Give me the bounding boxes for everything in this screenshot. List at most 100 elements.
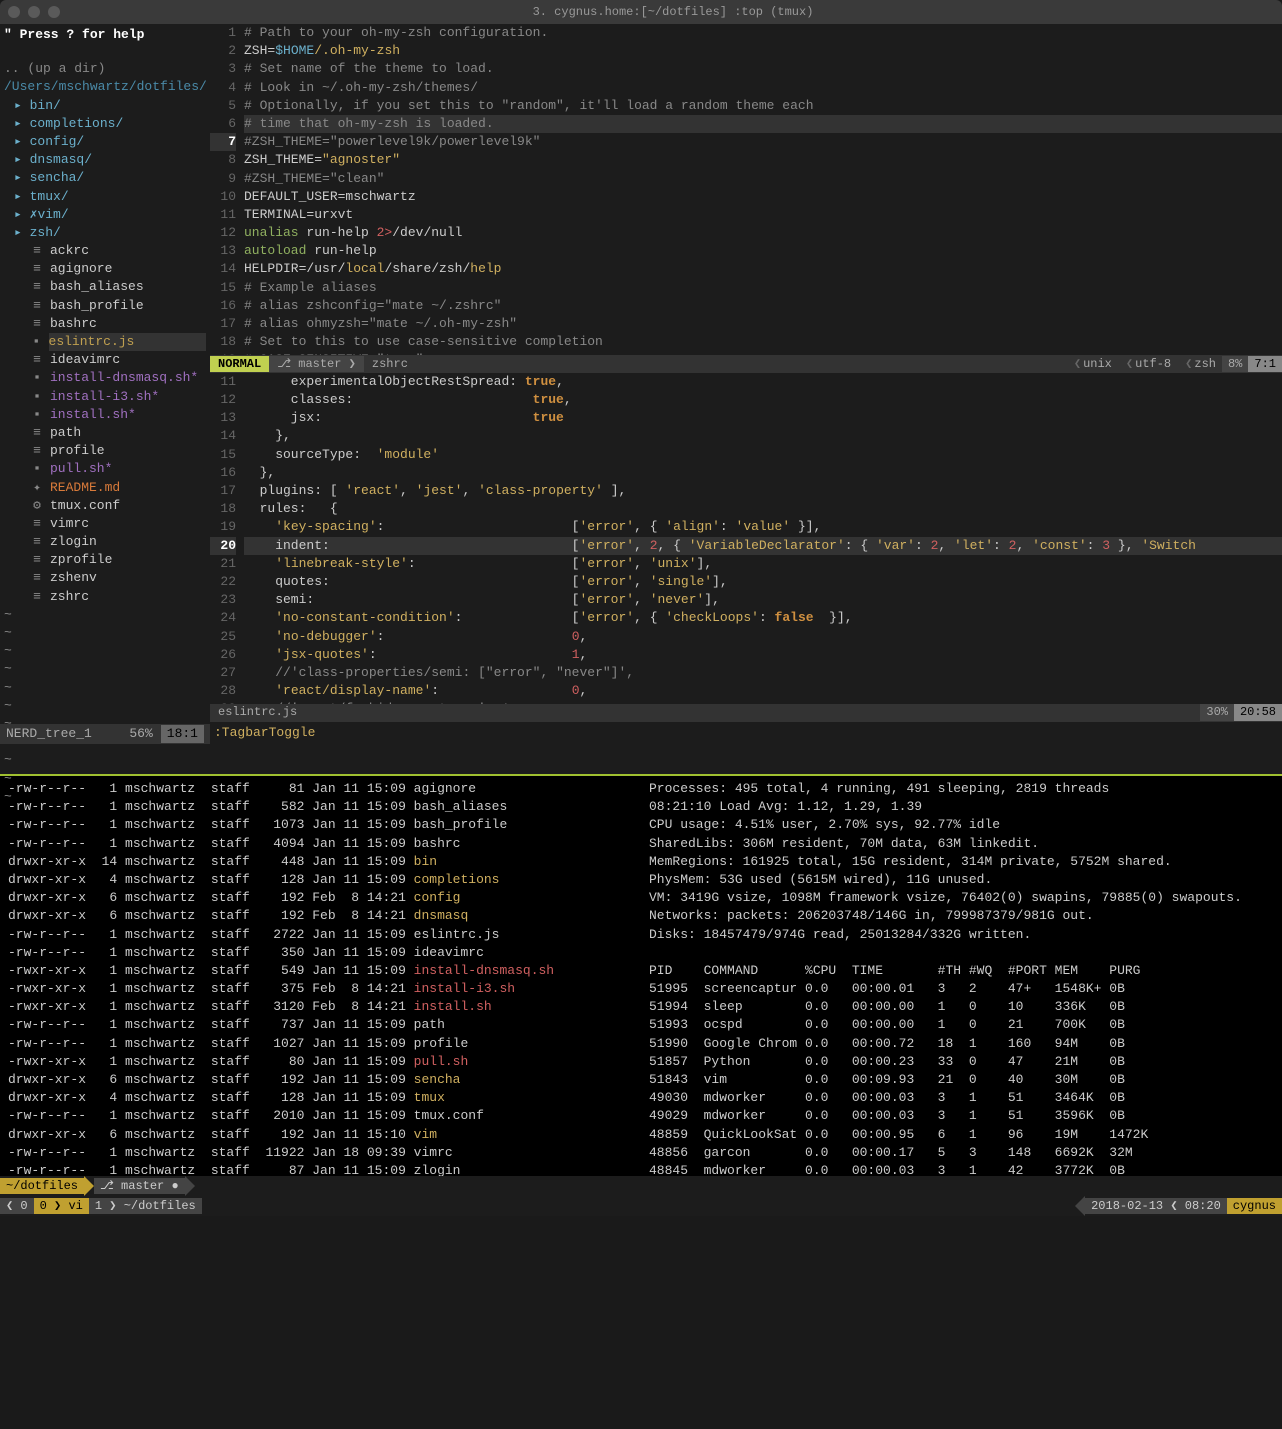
traffic-lights[interactable] [8,6,60,18]
zoom-button[interactable] [48,6,60,18]
cursor-pos: 7:1 [1248,356,1282,373]
tree-file[interactable]: ≡bashrc [0,315,210,333]
top-header-line: VM: 3419G vsize, 1098M framework vsize, … [649,889,1274,907]
tree-file[interactable]: ≡profile [0,442,210,460]
ls-row: drwxr-xr-x 6 mschwartz staff 192 Feb 8 1… [8,889,633,907]
close-button[interactable] [8,6,20,18]
top-process-row: 51843 vim 0.0 00:09.93 21 0 40 30M 0B [649,1071,1274,1089]
top-header-line: Disks: 18457479/974G read, 25013284/332G… [649,926,1274,944]
ls-row: -rwxr-xr-x 1 mschwartz staff 375 Feb 8 1… [8,980,633,998]
ls-row: -rw-r--r-- 1 mschwartz staff 11922 Jan 1… [8,1144,633,1162]
ls-row: -rwxr-xr-x 1 mschwartz staff 80 Jan 11 1… [8,1053,633,1071]
top-header-line: MemRegions: 161925 total, 15G resident, … [649,853,1274,871]
code-area[interactable]: experimentalObjectRestSpread: true, clas… [244,373,1282,704]
editor-pane-zshrc[interactable]: 1234567891011121314151617181920212223242… [210,24,1282,355]
ls-row: -rw-r--r-- 1 mschwartz staff 2722 Jan 11… [8,926,633,944]
ls-output[interactable]: -rw-r--r-- 1 mschwartz staff 81 Jan 11 1… [0,776,641,1176]
tmux-window-0[interactable]: 0 ❯ vi [34,1198,89,1215]
nerdtree-status: NERD_tree_1 56% 18:1 [0,724,210,744]
file-icon: ≡ [30,569,44,587]
window-title: 3. cygnus.home:[~/dotfiles] :top (tmux) [72,4,1274,21]
file-icon: ≡ [30,315,44,333]
file-icon: ▪ [30,406,44,424]
vim-cmdline[interactable]: :TagbarToggle [210,722,1282,744]
top-process-row: 48856 garcon 0.0 00:00.17 5 3 148 6692K … [649,1144,1274,1162]
tree-file[interactable]: ▪eslintrc.js [0,333,210,351]
top-process-row: 51857 Python 0.0 00:00.23 33 0 47 21M 0B [649,1053,1274,1071]
top-columns: PID COMMAND %CPU TIME #TH #WQ #PORT MEM … [649,962,1274,980]
up-dir[interactable]: .. (up a dir) [0,60,210,78]
tree-folder[interactable]: ▸ dnsmasq/ [0,151,210,169]
statusline-eslintrc: eslintrc.js 30% 20:58 [210,704,1282,722]
tree-file[interactable]: ≡zshrc [0,588,210,606]
tree-file[interactable]: ≡bash_profile [0,297,210,315]
file-icon: ≡ [30,515,44,533]
tree-file[interactable]: ≡ackrc [0,242,210,260]
file-icon: ≡ [30,260,44,278]
ls-row: drwxr-xr-x 14 mschwartz staff 448 Jan 11… [8,853,633,871]
tmux-window-1[interactable]: 1 ❯ ~/dotfiles [89,1198,202,1215]
tree-folder[interactable]: ▸ tmux/ [0,188,210,206]
tmux-session[interactable]: ❮ 0 [0,1198,34,1215]
ls-row: -rw-r--r-- 1 mschwartz staff 87 Jan 11 1… [8,1162,633,1176]
tree-file[interactable]: ≡ideavimrc [0,351,210,369]
file-icon: ▪ [30,388,44,406]
ls-row: drwxr-xr-x 4 mschwartz staff 128 Jan 11 … [8,1089,633,1107]
bottom-panes[interactable]: -rw-r--r-- 1 mschwartz staff 81 Jan 11 1… [0,776,1282,1176]
top-process-row: 51995 screencaptur 0.0 00:00.01 3 2 47+ … [649,980,1274,998]
nerdtree-sidebar[interactable]: " Press ? for help .. (up a dir) /Users/… [0,24,210,744]
scroll-pct: 30% [1200,704,1234,721]
top-process-row: 51990 Google Chrom 0.0 00:00.72 18 1 160… [649,1035,1274,1053]
tree-file[interactable]: ≡zshenv [0,569,210,587]
ls-row: drwxr-xr-x 6 mschwartz staff 192 Jan 11 … [8,1126,633,1144]
tree-folder[interactable]: ▸ completions/ [0,115,210,133]
tree-folder[interactable]: ▸ zsh/ [0,224,210,242]
tree-file[interactable]: ≡bash_aliases [0,278,210,296]
tmux-cwd: ~/dotfiles [0,1178,84,1195]
top-process-row: 49030 mdworker 0.0 00:00.03 3 1 51 3464K… [649,1089,1274,1107]
tree-file[interactable]: ▪install.sh* [0,406,210,424]
tree-file[interactable]: ▪install-i3.sh* [0,388,210,406]
top-process-row: 51994 sleep 0.0 00:00.00 1 0 10 336K 0B [649,998,1274,1016]
file-icon: ≡ [30,351,44,369]
file-icon: ▪ [30,333,43,351]
editor-pane-eslintrc[interactable]: 1112131415161718192021222324252627282930… [210,373,1282,704]
buffer-name: NERD_tree_1 [6,725,129,743]
file-icon: ▪ [30,369,44,387]
tree-file[interactable]: ▪install-dnsmasq.sh* [0,369,210,387]
tree-file[interactable]: ✦README.md [0,479,210,497]
encoding: unix [1066,356,1118,373]
ls-row: drwxr-xr-x 6 mschwartz staff 192 Feb 8 1… [8,907,633,925]
code-area[interactable]: # Path to your oh-my-zsh configuration.Z… [244,24,1282,355]
top-output[interactable]: Processes: 495 total, 4 running, 491 sle… [641,776,1282,1176]
top-process-row: 48845 mdworker 0.0 00:00.03 3 1 42 3772K… [649,1162,1274,1176]
top-header-line: 08:21:10 Load Avg: 1.12, 1.29, 1.39 [649,798,1274,816]
file-icon: ✦ [30,479,44,497]
tree-file[interactable]: ▪pull.sh* [0,460,210,478]
file-icon: ▪ [30,460,44,478]
tree-folder[interactable]: ▸ ✗vim/ [0,206,210,224]
ls-row: -rw-r--r-- 1 mschwartz staff 1027 Jan 11… [8,1035,633,1053]
tree-file[interactable]: ≡agignore [0,260,210,278]
tree-file[interactable]: ≡zlogin [0,533,210,551]
top-header-line: PhysMem: 53G used (5615M wired), 11G unu… [649,871,1274,889]
minimize-button[interactable] [28,6,40,18]
tree-file[interactable]: ≡path [0,424,210,442]
tmux-windows[interactable]: ❮ 0 0 ❯ vi 1 ❯ ~/dotfiles 2018-02-13 ❮ 0… [0,1196,1282,1216]
cursor-pos: 20:58 [1234,704,1282,721]
top-header-line: Processes: 495 total, 4 running, 491 sle… [649,780,1274,798]
top-process-row: 49029 mdworker 0.0 00:00.03 3 1 51 3596K… [649,1107,1274,1125]
tree-folder[interactable]: ▸ config/ [0,133,210,151]
top-header-line: Networks: packets: 206203748/146G in, 79… [649,907,1274,925]
line-numbers: 1112131415161718192021222324252627282930… [210,373,244,704]
ls-row: -rw-r--r-- 1 mschwartz staff 737 Jan 11 … [8,1016,633,1034]
tree-file[interactable]: ⚙tmux.conf [0,497,210,515]
tree-file[interactable]: ≡zprofile [0,551,210,569]
tree-folder[interactable]: ▸ bin/ [0,97,210,115]
tree-folder[interactable]: ▸ sencha/ [0,169,210,187]
file-icon: ≡ [30,278,44,296]
file-icon: ≡ [30,297,44,315]
vim-mode: NORMAL [210,356,269,373]
tree-file[interactable]: ≡vimrc [0,515,210,533]
ls-row: -rw-r--r-- 1 mschwartz staff 350 Jan 11 … [8,944,633,962]
